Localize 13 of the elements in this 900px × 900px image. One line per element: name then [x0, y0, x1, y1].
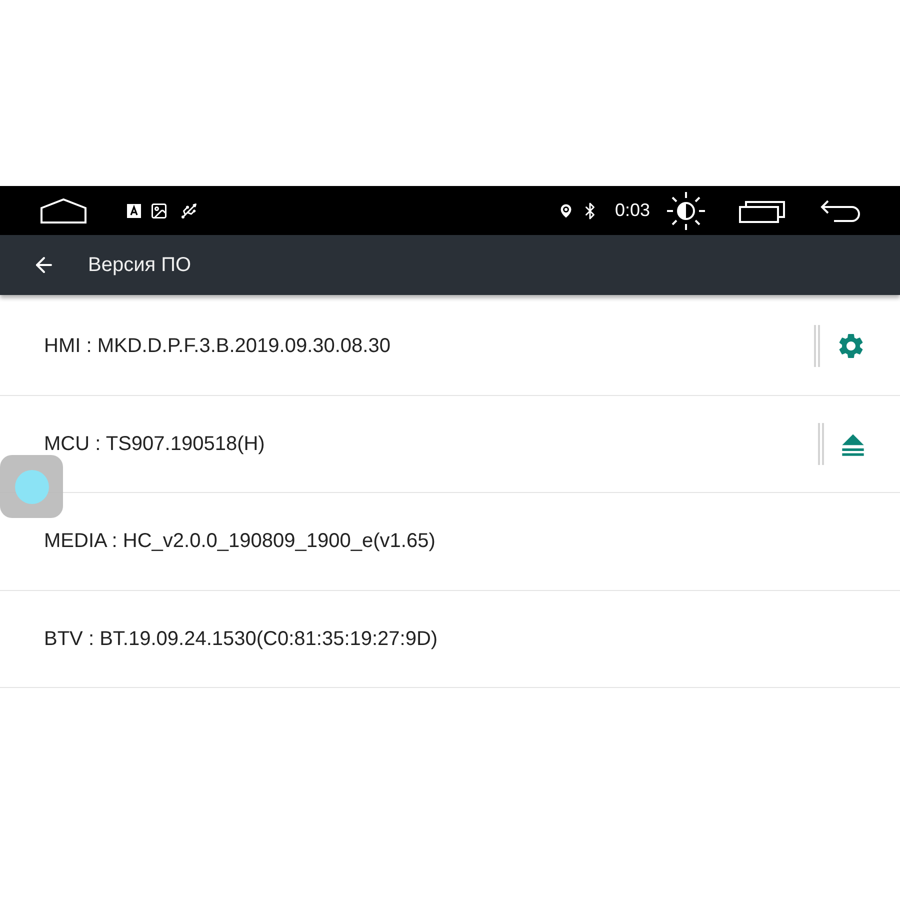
version-text: MEDIA : HC_v2.0.0_190809_1900_e(v1.65) — [44, 529, 436, 554]
home-icon[interactable] — [40, 198, 87, 224]
clock: 0:03 — [614, 199, 650, 222]
version-text: MCU : TS907.190518(H) — [44, 432, 265, 457]
notification-icon — [127, 204, 141, 218]
recent-apps-icon[interactable] — [739, 198, 786, 222]
screen-title: Версия ПО — [88, 253, 192, 278]
brightness-icon[interactable] — [666, 190, 706, 230]
version-text: BTV : BT.19.09.24.1530(C0:81:35:19:27:9D) — [44, 626, 438, 652]
version-text: HMI : MKD.D.P.F.3.B.2019.09.30.08.30 — [44, 334, 390, 360]
usb-icon — [180, 202, 198, 220]
back-icon[interactable] — [820, 198, 862, 222]
image-icon — [150, 202, 168, 220]
